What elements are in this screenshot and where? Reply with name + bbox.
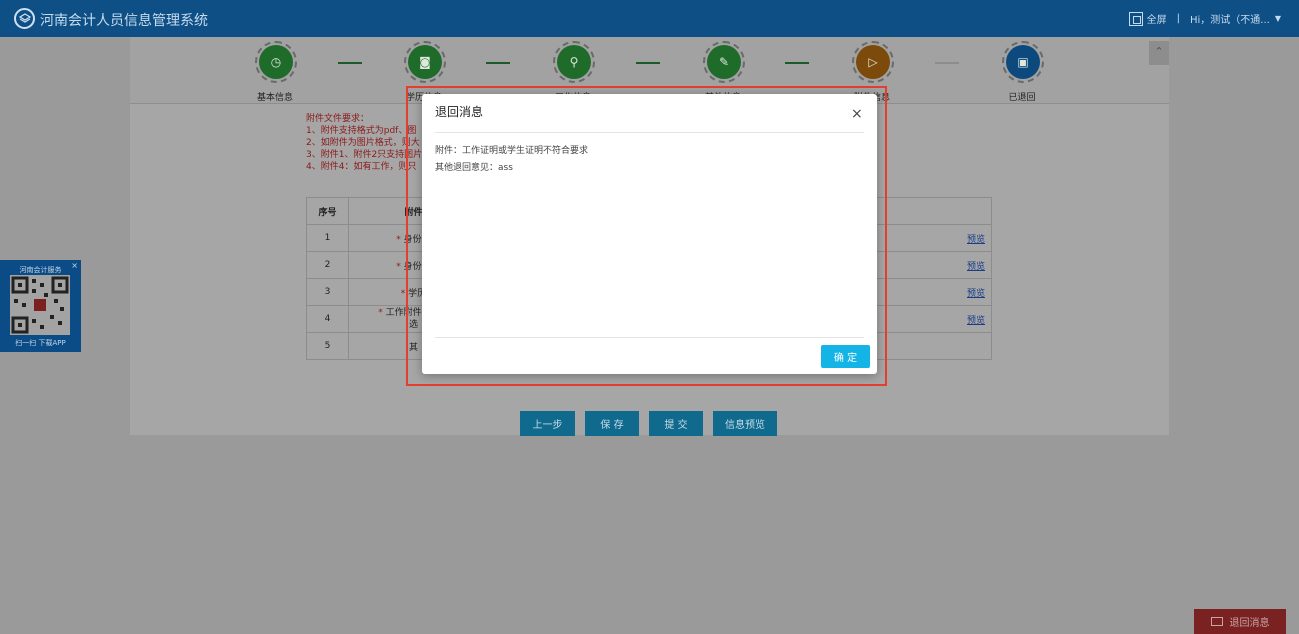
step-connector — [636, 62, 660, 64]
search-doc-icon: ◙ — [408, 45, 442, 79]
qr-title: 河南会计服务 — [19, 266, 62, 274]
close-icon[interactable]: × — [851, 106, 863, 122]
fullscreen-button[interactable]: 全屏 — [1147, 11, 1167, 26]
filter-icon: ⚲ — [557, 45, 591, 79]
dialog-body: 附件：工作证明或学生证明不符合要求 其他退回意见：ass — [435, 143, 588, 177]
dialog-title: 退回消息 — [435, 105, 484, 119]
attachment-requirements: 附件文件要求： 1、附件支持格式为pdf、图 2、如附件为图片格式，则大 3、附… — [306, 114, 423, 172]
confirm-button[interactable]: 确 定 — [821, 345, 870, 368]
step-label: 基本信息 — [256, 93, 293, 103]
return-message-button[interactable]: 退回消息 — [1194, 609, 1286, 634]
user-menu[interactable]: Hi，测试（不通... — [1190, 11, 1270, 26]
header-separator: | — [1176, 13, 1180, 24]
message-line: 附件：工作证明或学生证明不符合要求 — [435, 146, 589, 156]
form-actions: 上一步 保 存 提 交 信息预览 — [520, 411, 777, 436]
divider — [435, 337, 864, 338]
return-message-dialog: 退回消息 × 附件：工作证明或学生证明不符合要求 其他退回意见：ass 确 定 — [422, 94, 877, 374]
step-connector — [338, 62, 362, 64]
app-title: 河南会计人员信息管理系统 — [40, 13, 208, 29]
calendar-icon: ▣ — [1006, 45, 1040, 79]
qr-widget: × 河南会计服务 扫一扫 下载APP — [0, 260, 81, 352]
step-label: 已退回 — [1008, 93, 1036, 103]
history-icon: ◷ — [259, 45, 293, 79]
mail-icon — [1210, 617, 1223, 626]
chevron-down-icon[interactable]: ▼ — [1275, 14, 1281, 23]
app-header: 河南会计人员信息管理系统 全屏 | Hi，测试（不通... ▼ — [0, 0, 1299, 37]
step-connector — [486, 62, 510, 64]
submit-button[interactable]: 提 交 — [649, 411, 703, 436]
message-line: 其他退回意见：ass — [435, 163, 513, 173]
save-button[interactable]: 保 存 — [585, 411, 639, 436]
qr-code-image — [10, 275, 70, 335]
step-connector — [785, 62, 809, 64]
step-connector — [935, 62, 959, 64]
divider — [435, 132, 864, 133]
qr-subtitle: 扫一扫 下载APP — [15, 339, 66, 347]
prev-step-button[interactable]: 上一步 — [520, 411, 575, 436]
edit-icon: ✎ — [707, 45, 741, 79]
play-icon: ▷ — [856, 45, 890, 79]
collapse-button[interactable]: ⌃ — [1149, 41, 1169, 65]
logo-icon — [14, 8, 35, 29]
fullscreen-icon[interactable] — [1128, 11, 1143, 26]
info-preview-button[interactable]: 信息预览 — [713, 411, 777, 436]
